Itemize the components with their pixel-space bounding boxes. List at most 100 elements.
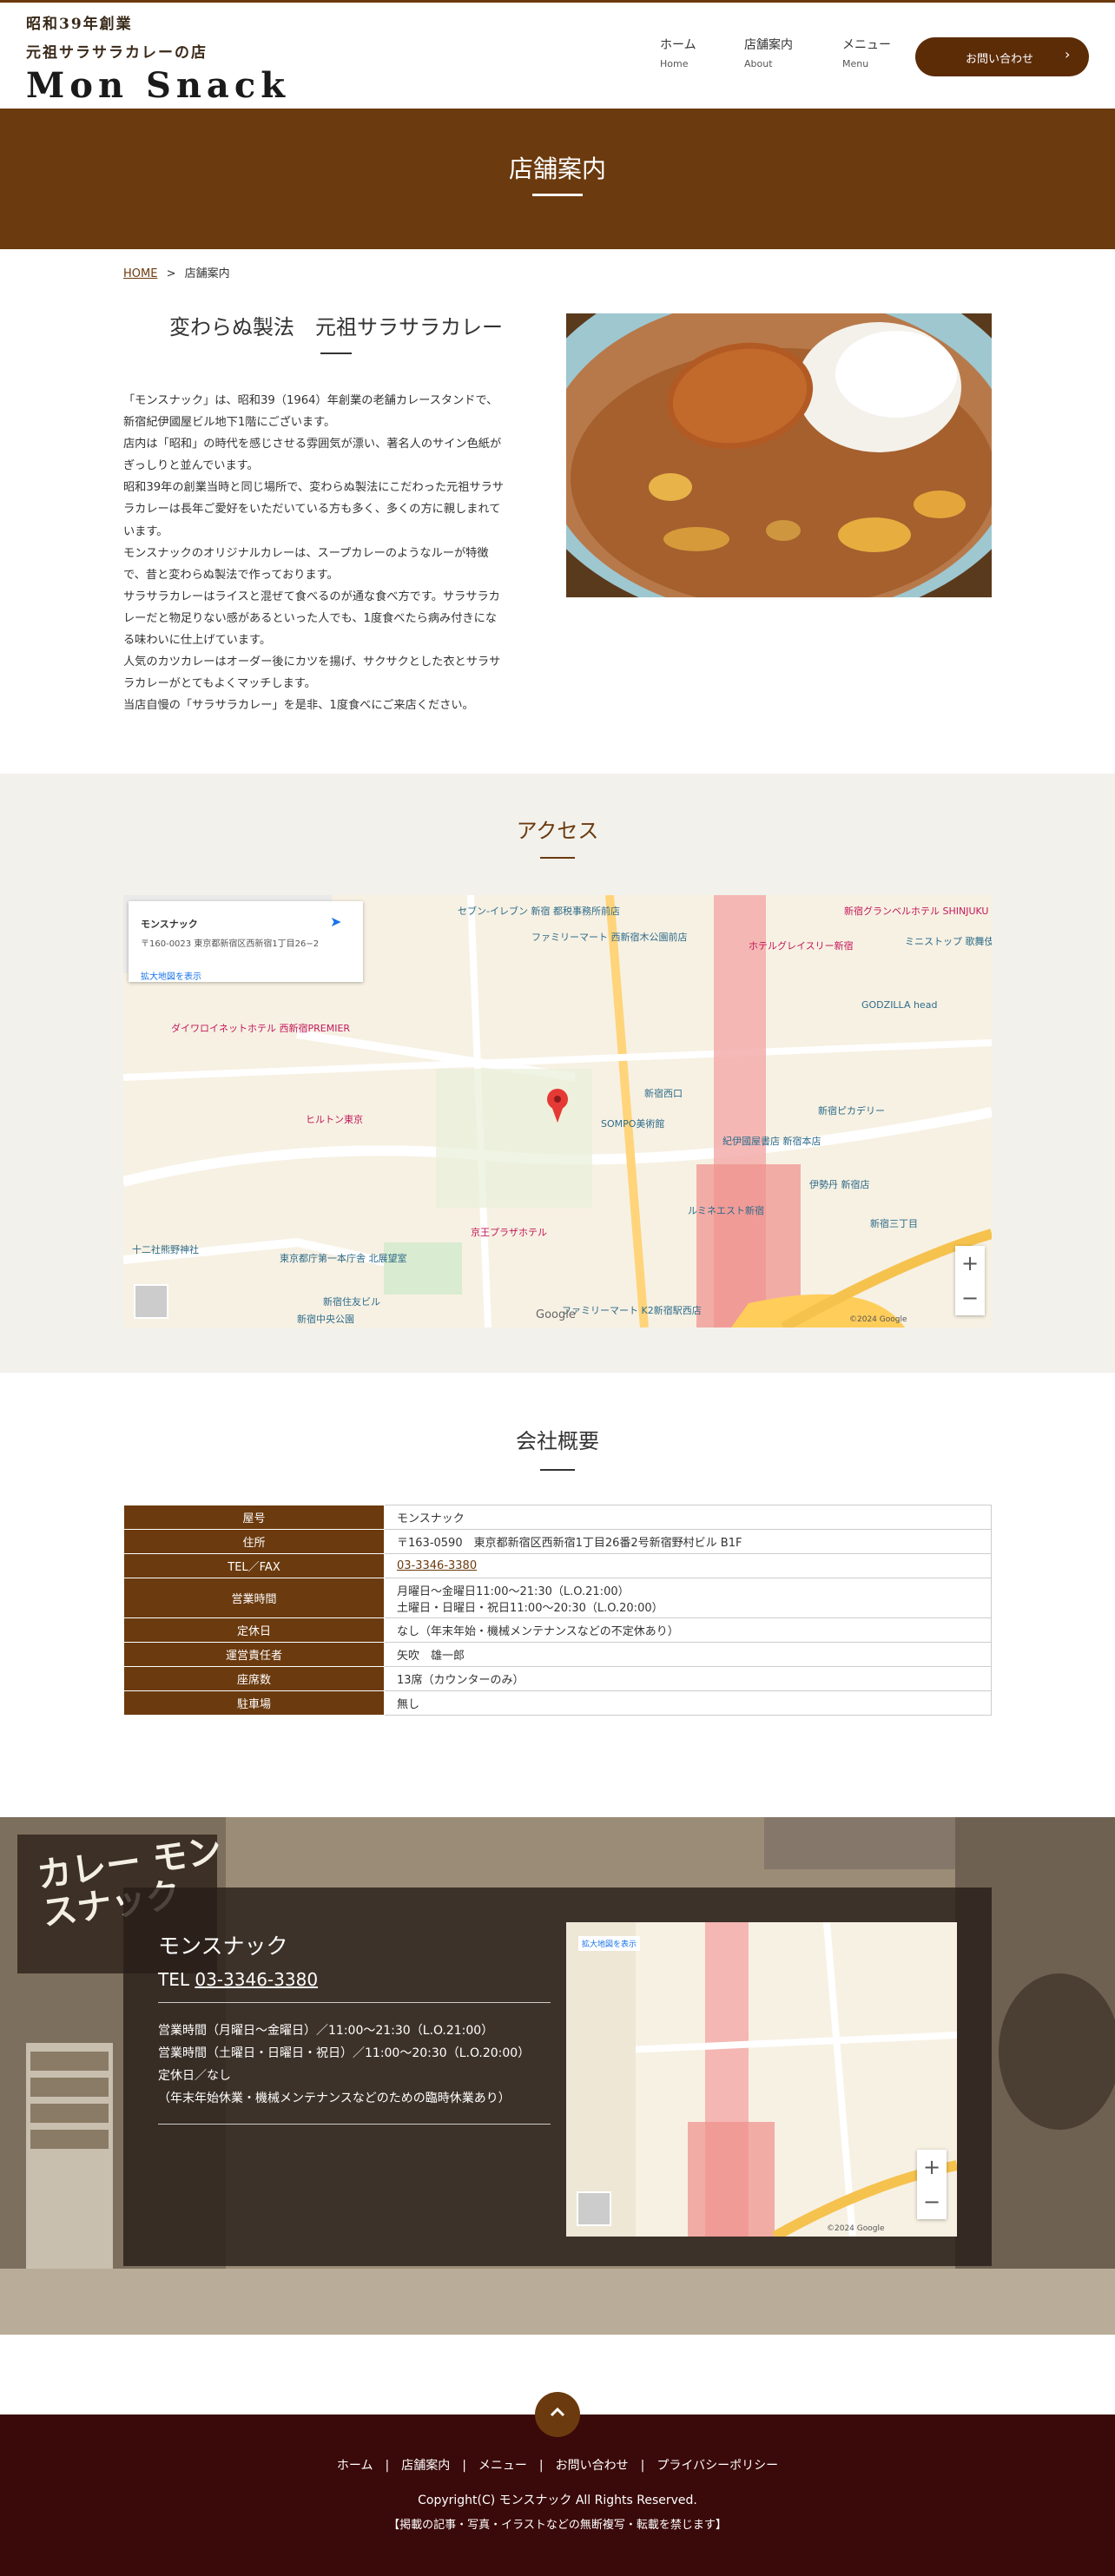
site-logo[interactable]: 昭和39年創業 元祖サラサラカレーの店 Mon Snack	[26, 11, 304, 107]
contact-button[interactable]: お問い合わせ ›	[915, 37, 1089, 76]
table-key: 屋号	[123, 1505, 385, 1530]
table-value-line: 無し	[397, 1698, 420, 1711]
nav-sublabel: Menu	[842, 58, 869, 69]
footer-nav-link[interactable]: 店舗案内	[401, 2459, 450, 2473]
logo-wordmark: Mon Snack	[26, 65, 290, 106]
hours-line: （年末年始休業・機械メンテナンスなどのための臨時休業あり）	[158, 2092, 511, 2105]
map-zoom-control: + −	[955, 1246, 985, 1315]
copy-notice: 【掲載の記事・写真・イラストなどの無断複写・転載を禁じます】	[388, 2519, 727, 2532]
nav-item-home[interactable]: ホーム Home	[660, 36, 696, 69]
table-value: モンスナック	[384, 1505, 992, 1530]
table-row: 住所 〒163-0590 東京都新宿区西新宿1丁目26番2号新宿野村ビル B1F	[123, 1529, 992, 1554]
table-row: 座席数 13席（カウンターのみ）	[123, 1666, 992, 1691]
table-value-line: 〒163-0590 東京都新宿区西新宿1丁目26番2号新宿野村ビル B1F	[397, 1537, 742, 1550]
table-row: 屋号 モンスナック	[123, 1505, 992, 1530]
chevron-up-icon	[550, 2405, 565, 2421]
table-value: 〒163-0590 東京都新宿区西新宿1丁目26番2号新宿野村ビル B1F	[384, 1529, 992, 1554]
table-key: 住所	[123, 1529, 385, 1554]
table-row: 駐車場 無し	[123, 1690, 992, 1716]
page-title: 店舗案内	[508, 155, 606, 183]
intro-heading: 変わらぬ製法 元祖サラサラカレー	[169, 315, 503, 339]
nav-item-menu[interactable]: メニュー Menu	[842, 36, 891, 69]
google-logo: Google	[536, 1308, 576, 1321]
map-label: ホテルグレイスリー新宿	[749, 940, 854, 952]
map-label: 新宿三丁目	[870, 1218, 918, 1229]
intro-line: います。	[123, 524, 168, 538]
mini-map-enlarge-link[interactable]: 拡大地図を表示	[578, 1936, 641, 1951]
back-to-top-button[interactable]	[535, 2392, 580, 2437]
table-value: 03-3346-3380	[384, 1553, 992, 1578]
map-label: セブン-イレブン 新宿 都税事務所前店	[458, 906, 620, 917]
footer-nav-link[interactable]: プライバシーポリシー	[656, 2459, 778, 2473]
nav-sublabel: Home	[660, 58, 689, 69]
access-map[interactable]: セブン-イレブン 新宿 都税事務所前店 ファミリーマート 西新宿木公園前店 ホテルグ…	[123, 895, 992, 1328]
contact-button-label: お問い合わせ	[966, 53, 1034, 66]
mini-map-layer-toggle[interactable]	[577, 2191, 611, 2226]
title-underline	[532, 194, 583, 196]
breadcrumb-separator: >	[166, 267, 176, 280]
table-row: 定休日 なし（年末年始・機械メンテナンスなどの不定休あり）	[123, 1617, 992, 1643]
nav-label: メニュー	[842, 38, 891, 52]
intro-line: ラカレーは長年ご愛好をいただいている方も多く、多くの方に親しまれて	[123, 503, 501, 517]
map-enlarge-link[interactable]: 拡大地図を表示	[141, 969, 201, 982]
nav-sublabel: About	[744, 58, 773, 69]
intro-line: モンスナックのオリジナルカレーは、スープカレーのようなルーが特徴	[123, 546, 489, 560]
nav-item-about[interactable]: 店舗案内 About	[744, 36, 793, 69]
footer-nav-separator: |	[640, 2459, 645, 2473]
phone-link[interactable]: 03-3346-3380	[397, 1559, 477, 1572]
breadcrumb-home-link[interactable]: HOME	[123, 267, 157, 280]
table-key: 座席数	[123, 1666, 385, 1691]
footer-nav-link[interactable]: お問い合わせ	[556, 2459, 629, 2473]
intro-line: る味わいに仕上げています。	[123, 634, 272, 648]
table-key: 営業時間	[123, 1578, 385, 1618]
shop-name: モンスナック	[158, 1934, 288, 1959]
intro-text: 「モンスナック」は、昭和39（1964）年創業の老舗カレースタンドで、 新宿紀伊國…	[123, 390, 549, 716]
intro-line: サラサラカレーはライスと混ぜて食べるのが通な食べ方です。サラサラカ	[123, 590, 500, 603]
table-row: TEL／FAX 03-3346-3380	[123, 1553, 992, 1578]
table-key: 駐車場	[123, 1690, 385, 1716]
shop-hours: 営業時間（月曜日～金曜日）／11:00～21:30（L.O.21:00） 営業時間…	[158, 2019, 530, 2110]
zoom-in-button[interactable]: +	[917, 2150, 947, 2184]
map-label: 新宿住友ビル	[323, 1296, 380, 1308]
company-table: 屋号 モンスナック 住所 〒163-0590 東京都新宿区西新宿1丁目26番2号新宿野…	[123, 1505, 992, 1716]
shop-info-panel: モンスナック TEL 03-3346-3380 営業時間（月曜日～金曜日）／11…	[123, 1888, 992, 2266]
map-label: ミニストップ 歌舞伎町店	[905, 936, 992, 947]
zoom-in-button[interactable]: +	[955, 1246, 985, 1281]
table-value: 矢吹 雄一郎	[384, 1642, 992, 1667]
map-label: 伊勢丹 新宿店	[809, 1179, 870, 1190]
shop-mini-map[interactable]: 拡大地図を表示 + − ©2024 Google	[566, 1922, 957, 2237]
map-place-address: 〒160-0023 東京都新宿区西新宿1丁目26−2	[141, 939, 320, 949]
footer-nav-link[interactable]: ホーム	[337, 2459, 373, 2473]
table-value-line: なし（年末年始・機械メンテナンスなどの不定休あり）	[397, 1625, 679, 1638]
table-value-line: モンスナック	[397, 1512, 465, 1525]
map-label: ファミリーマート K2新宿駅西店	[562, 1305, 702, 1316]
table-value-line: 土曜日・日曜日・祝日11:00～20:30（L.O.20:00）	[397, 1601, 663, 1615]
nav-label: 店舗案内	[744, 38, 793, 52]
divider	[158, 2002, 551, 2003]
page-hero: 店舗案内	[0, 109, 1115, 249]
intro-line: レーだと物足りない感があるといった人でも、1度食べたら病み付きにな	[123, 611, 497, 625]
curry-photo	[566, 313, 992, 597]
intro-line: で、昔と変わらぬ製法で作っております。	[123, 568, 339, 582]
chevron-right-icon: ›	[1065, 46, 1071, 63]
map-layer-toggle[interactable]	[134, 1284, 168, 1319]
zoom-out-button[interactable]: −	[955, 1281, 985, 1315]
map-label: 東京都庁第一本庁舎 北展望室	[280, 1253, 407, 1264]
map-label: 新宿西口	[644, 1088, 683, 1099]
table-value-line: 13席（カウンターのみ）	[397, 1674, 525, 1687]
table-value-line: 月曜日～金曜日11:00～21:30（L.O.21:00）	[397, 1584, 630, 1598]
hours-line: 定休日／なし	[158, 2069, 231, 2083]
access-underline	[540, 857, 575, 859]
intro-line: ラカレーがとてもよくマッチします。	[123, 677, 316, 691]
footer-nav-link[interactable]: メニュー	[478, 2459, 527, 2473]
table-value-line: 矢吹 雄一郎	[397, 1650, 465, 1663]
tel-link[interactable]: 03-3346-3380	[195, 1969, 318, 1990]
footer-nav: ホーム | 店舗案内 | メニュー | お問い合わせ | プライバシーポリシー	[0, 2456, 1115, 2474]
company-heading: 会社概要	[516, 1429, 599, 1453]
zoom-out-button[interactable]: −	[917, 2184, 947, 2219]
site-header: 昭和39年創業 元祖サラサラカレーの店 Mon Snack ホーム Home 店…	[0, 3, 1115, 109]
company-underline	[540, 1469, 575, 1471]
map-label: 十二社熊野神社	[132, 1244, 199, 1255]
intro-line: 昭和39年の創業当時と同じ場所で、変わらぬ製法にこだわった元祖サラサ	[123, 481, 504, 495]
directions-icon[interactable]: ➤	[330, 913, 341, 930]
